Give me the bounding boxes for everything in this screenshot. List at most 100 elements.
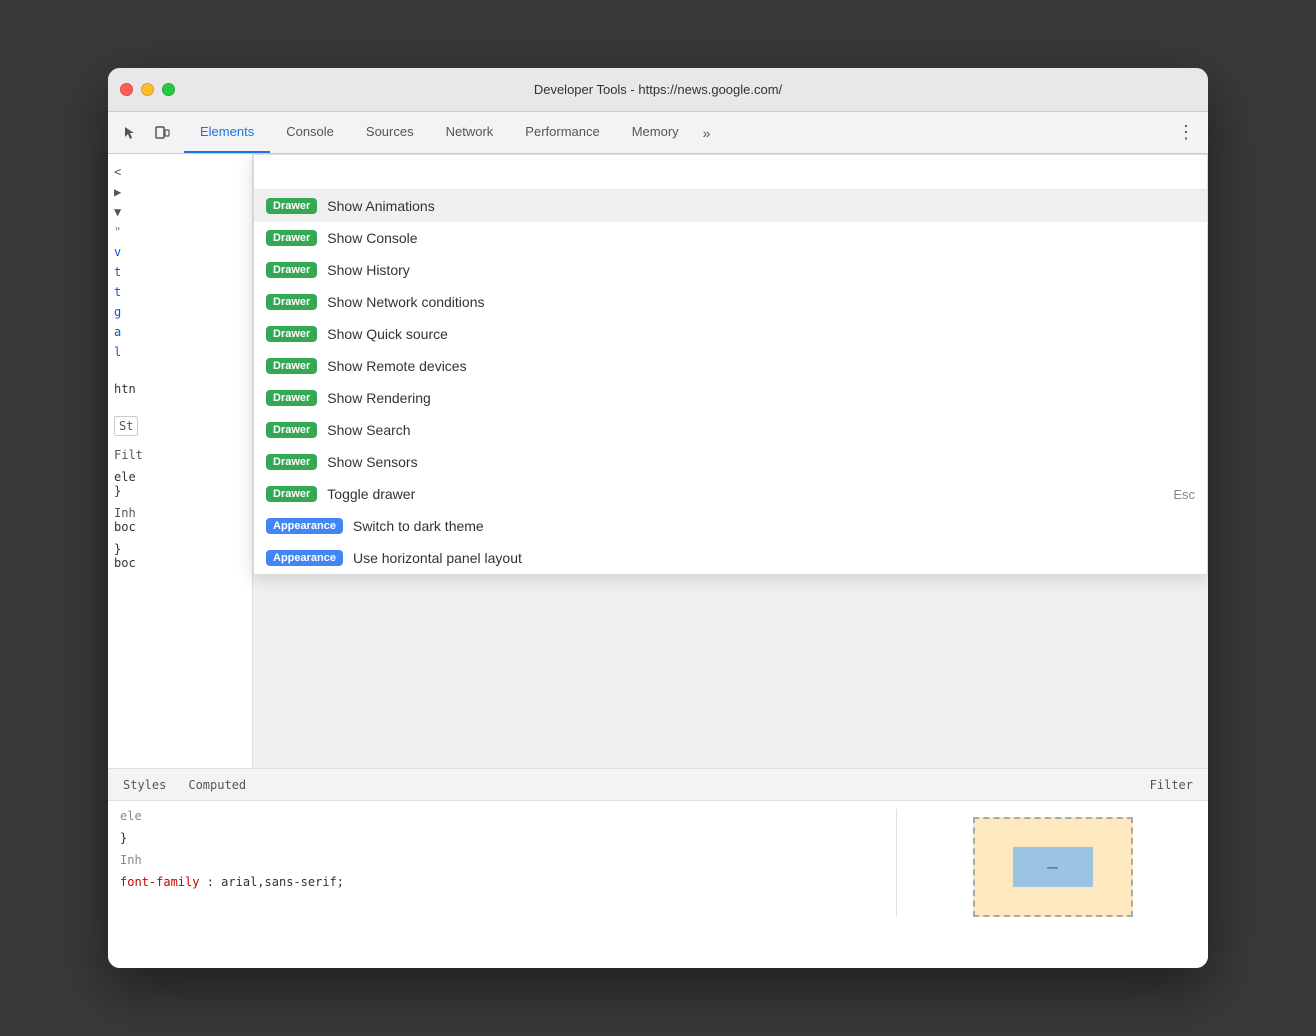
more-options-button[interactable]: ⋮ [1172,119,1200,147]
dom-line: ▶ [114,182,246,202]
box-minus-icon: – [1047,857,1058,878]
command-label: Toggle drawer [327,486,1163,502]
command-label: Show History [327,262,1195,278]
drawer-badge: Drawer [266,358,317,374]
command-item-remote-devices[interactable]: Drawer Show Remote devices [254,350,1207,382]
bottom-toolbar: Styles Computed Filter [108,769,1208,801]
command-label: Show Sensors [327,454,1195,470]
maximize-button[interactable] [162,83,175,96]
dom-blue-text: t [114,285,121,299]
tab-console[interactable]: Console [270,112,350,153]
command-item-show-history[interactable]: Drawer Show History [254,254,1207,286]
command-input-row [254,155,1207,190]
brace-close: } [114,542,246,556]
body-label: boc [114,520,246,534]
tab-network[interactable]: Network [430,112,510,153]
appearance-badge: Appearance [266,518,343,534]
command-item-show-sensors[interactable]: Drawer Show Sensors [254,446,1207,478]
dom-line: a [114,322,246,342]
css-value: arial,sans-serif; [221,875,344,889]
drawer-badge: Drawer [266,422,317,438]
close-button[interactable] [120,83,133,96]
command-item-show-rendering[interactable]: Drawer Show Rendering [254,382,1207,414]
drawer-badge: Drawer [266,390,317,406]
box-model-area: – [896,809,1196,917]
dom-blue-text: a [114,325,121,339]
dom-line: l [114,342,246,362]
box-inner: – [1013,847,1093,887]
command-item-toggle-drawer[interactable]: Drawer Toggle drawer Esc [254,478,1207,510]
tab-bar: Elements Console Sources Network Perform… [184,112,718,153]
drawer-badge: Drawer [266,262,317,278]
dom-collapse-arrow[interactable]: ▼ [114,205,121,219]
drawer-badge: Drawer [266,198,317,214]
drawer-badge: Drawer [266,230,317,246]
dom-blue-text: v [114,245,121,259]
devtools-window: Developer Tools - https://news.google.co… [108,68,1208,968]
drawer-badge: Drawer [266,486,317,502]
tab-elements[interactable]: Elements [184,112,270,153]
title-bar: Developer Tools - https://news.google.co… [108,68,1208,112]
command-label: Use horizontal panel layout [353,550,1195,566]
dom-line: ▼ [114,202,246,222]
command-item-show-console[interactable]: Drawer Show Console [254,222,1207,254]
dom-text-node: " [114,225,121,239]
inherited-label: Inh [114,506,246,520]
bottom-panel: Styles Computed Filter ele } Inh font-fa… [108,768,1208,968]
css-colon: : [207,875,221,889]
html-label: htn [114,382,246,396]
styles-btn[interactable]: St [114,416,138,436]
command-label: Show Search [327,422,1195,438]
command-label: Show Remote devices [327,358,1195,374]
command-item-quick-source[interactable]: Drawer Show Quick source [254,318,1207,350]
dom-blue-text: l [114,345,121,359]
dom-arrow: < [114,165,121,179]
dom-line: g [114,302,246,322]
command-label: Switch to dark theme [353,518,1195,534]
computed-tab-btn[interactable]: Computed [181,775,253,795]
command-item-show-animations[interactable]: Drawer Show Animations [254,190,1207,222]
dom-line: t [114,262,246,282]
command-item-show-search[interactable]: Drawer Show Search [254,414,1207,446]
device-icon [154,125,170,141]
dom-panel: < ▶ ▼ " v t t g a [108,154,253,768]
toolbar-icons [116,119,176,147]
device-toggle-button[interactable] [148,119,176,147]
filter-btn[interactable]: Filter [1143,775,1200,795]
appearance-badge: Appearance [266,550,343,566]
dom-line: v [114,242,246,262]
command-label: Show Animations [327,198,1195,214]
dom-line: < [114,162,246,182]
css-inherited-label: Inh [120,853,896,867]
command-label: Show Network conditions [327,294,1195,310]
command-item-dark-theme[interactable]: Appearance Switch to dark theme [254,510,1207,542]
css-brace-open: } [120,831,896,845]
element-label: ele [114,470,246,484]
tab-memory[interactable]: Memory [616,112,695,153]
command-item-horizontal-layout[interactable]: Appearance Use horizontal panel layout [254,542,1207,574]
bottom-content: ele } Inh font-family : arial,sans-serif… [108,801,1208,925]
inspect-element-button[interactable] [116,119,144,147]
command-palette: Drawer Show Animations Drawer Show Conso… [253,154,1208,575]
window-title: Developer Tools - https://news.google.co… [534,82,782,97]
command-label: Show Rendering [327,390,1195,406]
command-input[interactable] [266,163,1195,179]
dom-line: " [114,222,246,242]
minimize-button[interactable] [141,83,154,96]
drawer-badge: Drawer [266,294,317,310]
tab-sources[interactable]: Sources [350,112,430,153]
command-list: Drawer Show Animations Drawer Show Conso… [254,190,1207,574]
toolbar: Elements Console Sources Network Perform… [108,112,1208,154]
styles-tab-btn[interactable]: Styles [116,775,173,795]
cursor-icon [122,125,138,141]
brace-label: } [114,484,246,498]
command-label: Show Quick source [327,326,1195,342]
command-label: Show Console [327,230,1195,246]
command-item-network-conditions[interactable]: Drawer Show Network conditions [254,286,1207,318]
tab-performance[interactable]: Performance [509,112,615,153]
tab-overflow-button[interactable]: » [695,125,719,141]
box-model-preview: – [973,817,1133,917]
dom-expand-arrow[interactable]: ▶ [114,185,121,199]
css-rule-row: font-family : arial,sans-serif; [120,875,896,889]
css-selector-line: ele [120,809,896,823]
